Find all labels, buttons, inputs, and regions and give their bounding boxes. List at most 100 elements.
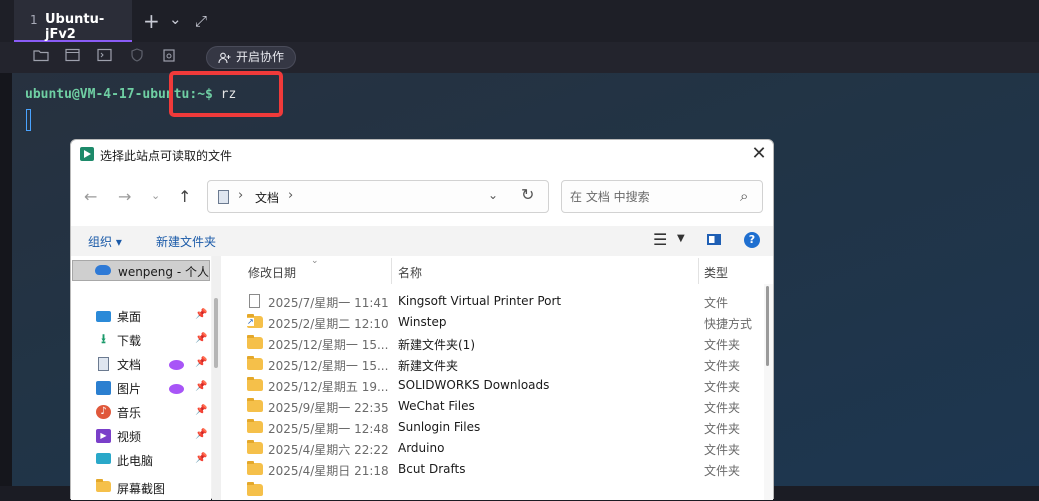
window-icon[interactable] xyxy=(64,48,82,66)
file-type: 文件夹 xyxy=(704,464,741,478)
sidebar-item-this-pc[interactable]: 此电脑 📌 xyxy=(71,448,211,472)
app-icon xyxy=(80,147,94,161)
sidebar-scroll-thumb[interactable] xyxy=(214,298,218,368)
sidebar-item-label: 桌面 xyxy=(117,310,142,324)
terminal-icon[interactable] xyxy=(96,48,114,66)
pin-icon[interactable]: 📌 xyxy=(195,309,207,320)
sync-badge-icon xyxy=(169,360,184,370)
search-icon[interactable]: ⌕ xyxy=(740,187,748,205)
tab-bar: 1 Ubuntu-jFv2 + ⌄ ⤢ xyxy=(0,0,1039,42)
sidebar-item-videos[interactable]: ▶ 视频 📌 xyxy=(71,424,211,448)
file-date: 2025/12/星期一 15... xyxy=(268,338,389,352)
file-type: 文件夹 xyxy=(704,338,741,352)
file-row[interactable]: 2025/9/星期一 22:35 WeChat Files 文件夹 xyxy=(221,396,751,417)
dialog-titlebar[interactable]: 选择此站点可读取的文件 ✕ xyxy=(71,140,773,170)
pin-icon[interactable]: 📌 xyxy=(195,381,207,392)
file-row[interactable]: 2025/12/星期一 15... 新建文件夹 文件夹 xyxy=(221,354,751,375)
file-name: Arduino xyxy=(398,441,445,455)
file-row[interactable]: 2025/4/星期六 22:22 Arduino 文件夹 xyxy=(221,438,751,459)
refresh-icon[interactable]: ↻ xyxy=(521,185,534,204)
file-icon xyxy=(249,294,260,308)
sidebar-item-label: wenpeng - 个人 xyxy=(118,265,209,279)
folder-icon xyxy=(247,377,263,391)
address-bar[interactable]: › 文档 › ⌄ xyxy=(207,180,549,213)
help-icon[interactable]: ? xyxy=(744,232,760,248)
expand-icon[interactable]: ⤢ xyxy=(195,11,207,31)
column-name[interactable]: 名称 xyxy=(398,264,422,281)
file-type: 文件夹 xyxy=(704,359,741,373)
file-name: Sunlogin Files xyxy=(398,420,481,434)
forward-icon[interactable]: → xyxy=(118,187,131,206)
file-list: ⌄ 修改日期 名称 类型 2025/7/星期一 11:41 Kingsoft V… xyxy=(221,256,773,500)
dialog-title: 选择此站点可读取的文件 xyxy=(100,149,233,163)
folder-icon xyxy=(247,461,263,475)
tab-ubuntu[interactable]: 1 Ubuntu-jFv2 xyxy=(14,0,132,42)
clipboard-icon[interactable] xyxy=(160,48,178,66)
file-type: 文件夹 xyxy=(704,380,741,394)
pin-icon[interactable]: 📌 xyxy=(195,453,207,464)
sidebar-item-music[interactable]: ♪ 音乐 📌 xyxy=(71,400,211,424)
toolbar: 开启协作 xyxy=(0,42,1039,73)
file-row[interactable] xyxy=(221,480,751,501)
file-row[interactable]: 2025/5/星期一 12:48 Sunlogin Files 文件夹 xyxy=(221,417,751,438)
file-name: 新建文件夹 xyxy=(398,359,459,373)
folder-icon[interactable] xyxy=(32,48,50,66)
organize-button[interactable]: 组织 ▾ xyxy=(88,233,122,250)
cloud-icon xyxy=(95,265,111,275)
back-icon[interactable]: ← xyxy=(84,187,97,206)
pin-icon[interactable]: 📌 xyxy=(195,405,207,416)
file-row[interactable]: 2025/12/星期一 15... 新建文件夹(1) 文件夹 xyxy=(221,333,751,354)
sidebar-item-pictures[interactable]: 图片 📌 xyxy=(71,376,211,400)
pin-icon[interactable]: 📌 xyxy=(195,333,207,344)
column-header: ⌄ 修改日期 名称 类型 xyxy=(221,256,773,284)
chevron-down-icon[interactable]: ⌄ xyxy=(169,9,182,29)
file-type: 文件夹 xyxy=(704,401,741,415)
pin-icon[interactable]: 📌 xyxy=(195,357,207,368)
breadcrumb-documents[interactable]: 文档 xyxy=(255,189,279,206)
file-name: Kingsoft Virtual Printer Port xyxy=(398,294,562,308)
file-name: 新建文件夹(1) xyxy=(398,338,475,352)
navigation-bar: ← → ⌄ ↑ › 文档 › ⌄ ↻ ⌕ xyxy=(71,170,773,226)
up-icon[interactable]: ↑ xyxy=(178,187,191,206)
sidebar-item-label: 文档 xyxy=(117,358,142,372)
pictures-icon xyxy=(96,381,111,395)
sidebar-item-documents[interactable]: 文档 📌 xyxy=(71,352,211,376)
pin-icon[interactable]: 📌 xyxy=(195,429,207,440)
sort-arrow-icon: ⌄ xyxy=(311,256,319,266)
sidebar-item-screenshots[interactable]: 屏幕截图 xyxy=(71,472,211,496)
view-dropdown-icon[interactable]: ▼ xyxy=(677,233,685,244)
sidebar-item-onedrive[interactable]: wenpeng - 个人 xyxy=(72,260,210,281)
sidebar-item-label: 视频 xyxy=(117,430,142,444)
chevron-right-icon[interactable]: › xyxy=(288,188,293,203)
file-row[interactable]: 2025/7/星期一 11:41 Kingsoft Virtual Printe… xyxy=(221,291,751,312)
file-row[interactable]: 2025/4/星期日 21:18 Bcut Drafts 文件夹 xyxy=(221,459,751,480)
column-type[interactable]: 类型 xyxy=(704,264,728,281)
file-row[interactable]: 2025/2/星期二 12:10 Winstep 快捷方式 xyxy=(221,312,753,333)
new-folder-button[interactable]: 新建文件夹 xyxy=(156,233,216,250)
sidebar-scrollbar[interactable] xyxy=(212,256,221,500)
navigation-pane: wenpeng - 个人 桌面 📌 ⭳ 下载 📌 文档 📌 图片 📌 ♪ 音乐 xyxy=(71,256,211,500)
file-type: 快捷方式 xyxy=(704,317,753,331)
download-icon: ⭳ xyxy=(101,332,106,347)
add-tab-icon[interactable]: + xyxy=(143,11,160,31)
sidebar-item-desktop[interactable]: 桌面 📌 xyxy=(71,304,211,328)
file-date: 2025/7/星期一 11:41 xyxy=(268,296,389,310)
sync-badge-icon xyxy=(169,384,184,394)
column-date[interactable]: 修改日期 xyxy=(248,264,296,281)
preview-pane-icon[interactable] xyxy=(707,234,721,245)
chevron-right-icon[interactable]: › xyxy=(238,188,243,203)
tab-number: 1 xyxy=(30,13,38,27)
chevron-down-icon[interactable]: ⌄ xyxy=(488,188,498,202)
sidebar-item-downloads[interactable]: ⭳ 下载 📌 xyxy=(71,328,211,352)
sidebar-item-label: 此电脑 xyxy=(117,454,154,468)
view-list-icon[interactable]: ☰ xyxy=(653,230,667,249)
search-input[interactable] xyxy=(568,188,732,206)
recent-dropdown-icon[interactable]: ⌄ xyxy=(151,189,160,202)
column-divider[interactable] xyxy=(391,258,392,284)
file-row[interactable]: 2025/12/星期五 19... SOLIDWORKS Downloads 文… xyxy=(221,375,751,396)
collaborate-button[interactable]: 开启协作 xyxy=(206,46,296,69)
column-divider[interactable] xyxy=(698,258,699,284)
close-icon[interactable]: ✕ xyxy=(749,144,769,164)
file-list-scroll-thumb[interactable] xyxy=(766,286,769,366)
shield-icon[interactable] xyxy=(128,48,146,66)
